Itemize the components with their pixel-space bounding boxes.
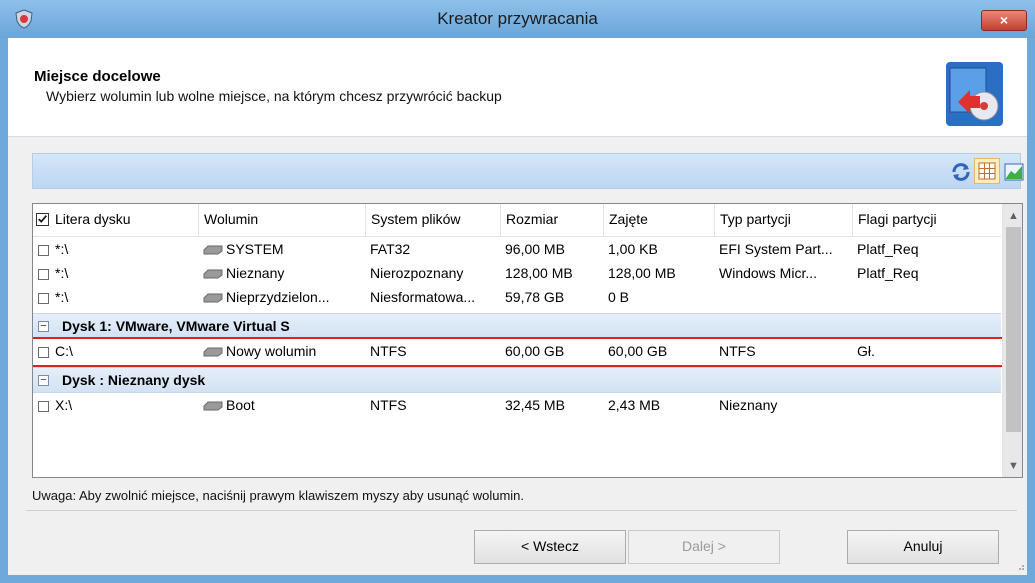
- wizard-client-area: Miejsce docelowe Wybierz wolumin lub wol…: [8, 38, 1027, 575]
- grid-view-button[interactable]: [974, 158, 1000, 184]
- grid-view-icon: [978, 162, 996, 180]
- vertical-scrollbar[interactable]: ▲ ▼: [1002, 204, 1022, 477]
- cell-volume: Nieznany: [203, 262, 363, 286]
- scroll-down-arrow-icon[interactable]: ▼: [1003, 456, 1022, 477]
- cell-type: Nieznany: [719, 397, 778, 413]
- cell-letter: *:\: [55, 241, 69, 257]
- volume-name: SYSTEM: [226, 241, 284, 257]
- cell-size: 128,00 MB: [505, 265, 573, 281]
- cell-filesystem: Nierozpoznany: [370, 265, 464, 281]
- table-row[interactable]: *:\ SYSTEM FAT32 96,00 MB 1,00 KB EFI Sy…: [33, 238, 1001, 262]
- row-checkbox[interactable]: [38, 245, 49, 256]
- table-toolbar: [32, 153, 1024, 189]
- table-row[interactable]: *:\ Nieznany Nierozpoznany 128,00 MB 128…: [33, 262, 1001, 286]
- disk-icon: [203, 401, 223, 411]
- table-header: Litera dysku Wolumin System plików Rozmi…: [33, 204, 1001, 237]
- row-checkbox[interactable]: [38, 347, 49, 358]
- cell-flags: Gł.: [857, 343, 875, 359]
- cell-volume: SYSTEM: [203, 238, 363, 262]
- cell-letter: *:\: [55, 265, 69, 281]
- table-row[interactable]: *:\ Nieprzydzielon... Niesformatowa... 5…: [33, 286, 1001, 310]
- restore-disc-icon: [946, 62, 1003, 126]
- disk-group-label: Dysk 1: VMware, VMware Virtual S: [62, 318, 290, 334]
- cell-flags: Platf_Req: [857, 265, 919, 281]
- page-title: Miejsce docelowe: [34, 68, 161, 85]
- scrollbar-thumb[interactable]: [1006, 227, 1021, 432]
- row-checkbox[interactable]: [38, 293, 49, 304]
- column-header-used[interactable]: Zajęte: [604, 204, 715, 237]
- volume-name: Nieprzydzielon...: [226, 289, 330, 305]
- collapse-toggle[interactable]: −: [38, 375, 49, 386]
- cell-flags: [857, 286, 1001, 310]
- cell-filesystem: NTFS: [370, 343, 407, 359]
- cell-type: NTFS: [719, 343, 756, 359]
- cell-size: 59,78 GB: [505, 289, 565, 305]
- cell-filesystem: NTFS: [370, 397, 407, 413]
- scroll-up-arrow-icon[interactable]: ▲: [1003, 204, 1022, 226]
- volume-table: Litera dysku Wolumin System plików Rozmi…: [32, 203, 1023, 478]
- disk-icon: [203, 269, 223, 279]
- row-checkbox[interactable]: [38, 401, 49, 412]
- disk-group-label: Dysk : Nieznany dysk: [62, 372, 206, 388]
- refresh-icon[interactable]: [950, 161, 972, 183]
- cell-flags: [857, 394, 1001, 418]
- column-header-filesystem[interactable]: System plików: [366, 204, 501, 237]
- title-bar: Kreator przywracania ×: [0, 0, 1035, 38]
- cell-type: [719, 286, 853, 310]
- check-icon: [38, 215, 47, 223]
- cell-letter: C:\: [55, 343, 73, 359]
- volume-name: Nowy wolumin: [226, 343, 317, 359]
- wizard-header: Miejsce docelowe Wybierz wolumin lub wol…: [8, 38, 1027, 137]
- column-header-partition-type[interactable]: Typ partycji: [715, 204, 853, 237]
- chart-view-icon[interactable]: [1003, 161, 1025, 183]
- volume-name: Nieznany: [226, 265, 285, 281]
- column-header-partition-flags[interactable]: Flagi partycji: [853, 204, 1001, 237]
- cell-letter: *:\: [55, 289, 69, 305]
- window-title: Kreator przywracania: [437, 9, 598, 28]
- column-header-drive-letter[interactable]: Litera dysku: [33, 204, 199, 237]
- footer-divider: [26, 510, 1017, 511]
- cell-size: 96,00 MB: [505, 241, 565, 257]
- cell-filesystem: Niesformatowa...: [370, 289, 476, 305]
- cell-used: 60,00 GB: [608, 343, 668, 359]
- select-all-checkbox[interactable]: [36, 213, 49, 226]
- column-header-size[interactable]: Rozmiar: [501, 204, 604, 237]
- disk-icon: [203, 347, 223, 357]
- cell-volume: Nowy wolumin: [203, 340, 363, 364]
- column-header-volume[interactable]: Wolumin: [199, 204, 366, 237]
- page-subtitle: Wybierz wolumin lub wolne miejsce, na kt…: [46, 88, 502, 104]
- column-label: Litera dysku: [55, 211, 131, 227]
- disk-icon: [203, 293, 223, 303]
- cell-filesystem: FAT32: [370, 241, 411, 257]
- cell-used: 1,00 KB: [608, 241, 658, 257]
- cell-volume: Nieprzydzielon...: [203, 286, 363, 310]
- table-row[interactable]: X:\ Boot NTFS 32,45 MB 2,43 MB Nieznany: [33, 394, 1001, 418]
- table-row-selected[interactable]: C:\ Nowy wolumin NTFS 60,00 GB 60,00 GB …: [33, 337, 1004, 367]
- close-button[interactable]: ×: [981, 10, 1027, 31]
- cancel-button[interactable]: Anuluj: [847, 530, 999, 564]
- restore-wizard-window: Kreator przywracania × Miejsce docelowe …: [0, 0, 1035, 583]
- cell-letter: X:\: [55, 397, 73, 413]
- collapse-toggle[interactable]: −: [38, 321, 49, 332]
- back-button[interactable]: < Wstecz: [474, 530, 626, 564]
- hint-note: Uwaga: Aby zwolnić miejsce, naciśnij pra…: [32, 488, 525, 503]
- cell-volume: Boot: [203, 394, 363, 418]
- cell-type: Windows Micr...: [719, 265, 818, 281]
- cell-size: 32,45 MB: [505, 397, 565, 413]
- disk-icon: [203, 245, 223, 255]
- cell-flags: Platf_Req: [857, 241, 919, 257]
- volume-name: Boot: [226, 397, 255, 413]
- row-checkbox[interactable]: [38, 269, 49, 280]
- next-button[interactable]: Dalej >: [628, 530, 780, 564]
- cell-used: 0 B: [608, 289, 630, 305]
- disk-group-header[interactable]: − Dysk : Nieznany dysk: [33, 367, 1001, 393]
- cell-type: EFI System Part...: [719, 241, 833, 257]
- disk-group-header[interactable]: − Dysk 1: VMware, VMware Virtual S: [33, 313, 1001, 339]
- cell-size: 60,00 GB: [505, 343, 565, 359]
- cell-used: 128,00 MB: [608, 265, 676, 281]
- cell-used: 2,43 MB: [608, 397, 661, 413]
- resize-grip-icon[interactable]: [1015, 561, 1025, 571]
